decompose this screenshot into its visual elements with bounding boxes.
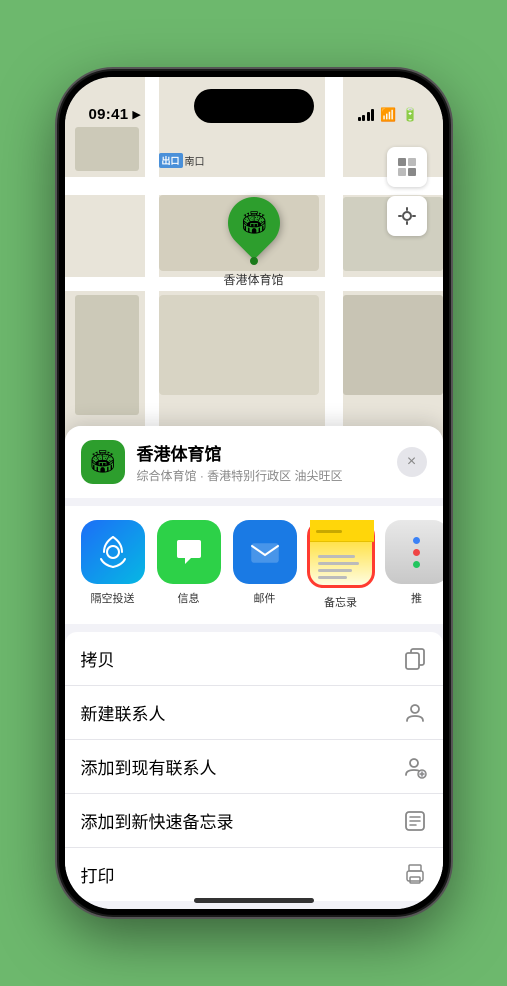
action-new-contact-label: 新建联系人 xyxy=(81,700,166,725)
stadium-marker[interactable]: 🏟 香港体育馆 xyxy=(223,197,283,288)
dynamic-island xyxy=(194,89,314,123)
map-type-button[interactable] xyxy=(387,147,427,187)
exit-text: 南口 xyxy=(185,153,205,168)
location-info: 香港体育馆 综合体育馆 · 香港特别行政区 油尖旺区 xyxy=(137,440,385,484)
location-card-icon: 🏟 xyxy=(81,440,125,484)
location-card: 🏟 香港体育馆 综合体育馆 · 香港特别行政区 油尖旺区 × xyxy=(65,426,443,498)
airdrop-label: 隔空投送 xyxy=(91,590,135,606)
action-add-contact-label: 添加到现有联系人 xyxy=(81,754,217,779)
action-item-quick-note[interactable]: 添加到新快速备忘录 xyxy=(65,794,443,848)
action-print-label: 打印 xyxy=(81,862,115,887)
bottom-sheet: 🏟 香港体育馆 综合体育馆 · 香港特别行政区 油尖旺区 × xyxy=(65,426,443,909)
exit-tag: 出口 xyxy=(159,153,183,168)
notes-icon xyxy=(307,520,375,588)
map-controls xyxy=(387,147,427,236)
print-icon xyxy=(403,863,427,887)
share-item-airdrop[interactable]: 隔空投送 xyxy=(81,520,145,610)
map-block-2 xyxy=(75,127,139,171)
status-time: 09:41 xyxy=(89,106,129,123)
map-block-5 xyxy=(159,295,319,395)
messages-icon xyxy=(157,520,221,584)
action-item-add-to-contact[interactable]: 添加到现有联系人 xyxy=(65,740,443,794)
more-icon xyxy=(385,520,443,584)
add-to-contact-icon xyxy=(403,755,427,779)
location-name: 香港体育馆 xyxy=(137,440,385,465)
share-row: 隔空投送 信息 xyxy=(65,506,443,624)
quick-note-icon xyxy=(403,809,427,833)
action-item-print[interactable]: 打印 xyxy=(65,848,443,901)
more-label: 推 xyxy=(411,590,422,606)
action-item-copy[interactable]: 拷贝 xyxy=(65,632,443,686)
share-item-messages[interactable]: 信息 xyxy=(157,520,221,610)
phone-frame: 09:41 ▶ 📶 🔋 xyxy=(59,71,449,915)
action-quick-note-label: 添加到新快速备忘录 xyxy=(81,808,234,833)
battery-icon: 🔋 xyxy=(402,107,418,123)
new-contact-icon xyxy=(403,701,427,725)
wifi-icon: 📶 xyxy=(380,107,396,123)
phone-screen: 09:41 ▶ 📶 🔋 xyxy=(65,77,443,909)
stadium-marker-label: 香港体育馆 xyxy=(223,271,283,288)
status-icons: 📶 🔋 xyxy=(358,107,419,123)
mail-label: 邮件 xyxy=(254,590,276,606)
share-item-notes[interactable]: 备忘录 xyxy=(309,520,373,610)
messages-label: 信息 xyxy=(178,590,200,606)
share-item-mail[interactable]: 邮件 xyxy=(233,520,297,610)
location-close-button[interactable]: × xyxy=(397,447,427,477)
nav-arrow-icon: ▶ xyxy=(132,108,140,121)
airdrop-icon xyxy=(81,520,145,584)
signal-bars-icon xyxy=(358,109,375,121)
mail-icon xyxy=(233,520,297,584)
stadium-marker-icon: 🏟 xyxy=(240,210,268,236)
action-item-new-contact[interactable]: 新建联系人 xyxy=(65,686,443,740)
home-indicator xyxy=(194,898,314,903)
share-item-more[interactable]: 推 xyxy=(385,520,443,610)
copy-icon xyxy=(403,647,427,671)
location-button[interactable] xyxy=(387,196,427,236)
location-description: 综合体育馆 · 香港特别行政区 油尖旺区 xyxy=(137,467,385,484)
action-copy-label: 拷贝 xyxy=(81,646,115,671)
map-exit-label: 出口 南口 xyxy=(159,153,205,168)
map-block-4 xyxy=(75,295,139,415)
map-block-6 xyxy=(343,295,443,395)
notes-label: 备忘录 xyxy=(324,594,357,610)
action-list: 拷贝 新建联系人 添加到现有联系人 xyxy=(65,632,443,901)
